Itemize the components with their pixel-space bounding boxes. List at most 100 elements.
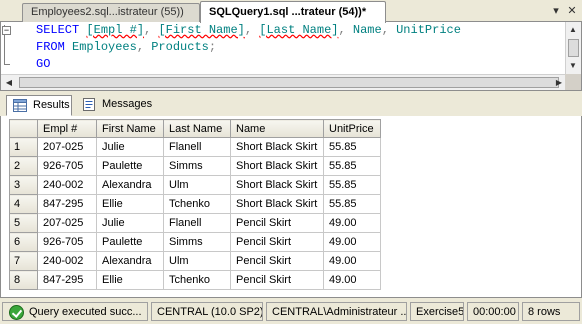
grid-cell[interactable]: Flanell (163, 213, 231, 233)
messages-icon (83, 98, 95, 111)
grid-cell[interactable]: Short Black Skirt (230, 175, 324, 195)
results-grid[interactable]: Empl # First Name Last Name Name UnitPri… (9, 119, 381, 290)
scroll-corner (565, 74, 581, 90)
grid-corner-cell[interactable] (9, 119, 38, 138)
grid-cell[interactable]: Tchenko (163, 270, 231, 290)
column-header[interactable]: Empl # (37, 119, 97, 138)
grid-cell[interactable]: 55.85 (323, 175, 381, 195)
table-row[interactable]: 6 926-705 Paulette Simms Pencil Skirt 49.00 (9, 232, 381, 252)
scroll-thumb[interactable] (19, 77, 559, 88)
grid-cell[interactable]: Short Black Skirt (230, 137, 324, 157)
grid-cell[interactable]: 55.85 (323, 194, 381, 214)
row-number-cell[interactable]: 7 (9, 251, 38, 271)
grid-cell[interactable]: 207-025 (37, 137, 97, 157)
grid-cell[interactable]: 847-295 (37, 194, 97, 214)
status-message-text: Query executed succ... (29, 306, 142, 318)
scroll-left-icon[interactable]: ◀ (1, 75, 17, 91)
grid-cell[interactable]: 926-705 (37, 232, 97, 252)
grid-cell[interactable]: Tchenko (163, 194, 231, 214)
grid-cell[interactable]: Simms (163, 156, 231, 176)
collapse-icon[interactable]: − (2, 26, 11, 35)
code-line-3: GO (36, 57, 51, 71)
grid-cell[interactable]: Paulette (96, 232, 164, 252)
column-header[interactable]: Last Name (163, 119, 231, 138)
row-number-cell[interactable]: 2 (9, 156, 38, 176)
grid-cell[interactable]: 49.00 (323, 270, 381, 290)
scroll-down-icon[interactable]: ▼ (565, 58, 581, 74)
grid-cell[interactable]: Short Black Skirt (230, 156, 324, 176)
scroll-up-icon[interactable]: ▲ (565, 22, 581, 38)
result-tabstrip: Results Messages (0, 90, 582, 116)
status-bar: Query executed succ... CENTRAL (10.0 SP2… (0, 297, 582, 324)
grid-cell[interactable]: 55.85 (323, 137, 381, 157)
scroll-thumb[interactable] (568, 39, 579, 57)
grid-cell[interactable]: Ellie (96, 270, 164, 290)
table-row[interactable]: 2 926-705 Paulette Simms Short Black Skirt 55… (9, 156, 381, 176)
grid-cell[interactable]: Pencil Skirt (230, 270, 324, 290)
table-row[interactable]: 8 847-295 Ellie Tchenko Pencil Skirt 49.00 (9, 270, 381, 290)
tab-messages[interactable]: Messages (76, 95, 156, 116)
table-row[interactable]: 3 240-002 Alexandra Ulm Short Black Skirt 55.… (9, 175, 381, 195)
grid-cell[interactable]: Simms (163, 232, 231, 252)
grid-cell[interactable]: Pencil Skirt (230, 251, 324, 271)
grid-cell[interactable]: Pencil Skirt (230, 232, 324, 252)
column-header[interactable]: Name (230, 119, 324, 138)
status-elapsed-time: 00:00:00 (467, 302, 519, 321)
status-server: CENTRAL (10.0 SP2) (151, 302, 263, 321)
grid-header-row: Empl # First Name Last Name Name UnitPri… (9, 119, 381, 138)
grid-cell[interactable]: 926-705 (37, 156, 97, 176)
editor-vertical-scrollbar[interactable]: ▲ ▼ (565, 22, 581, 74)
tab-employees2[interactable]: Employees2.sql...istrateur (55)) (22, 3, 200, 22)
status-row-count: 8 rows (522, 302, 580, 321)
tab-results-label: Results (33, 99, 70, 111)
code-lines: SELECT [Empl #], [First Name], [Last Nam… (36, 22, 461, 73)
table-row[interactable]: 5 207-025 Julie Flanell Pencil Skirt 49.00 (9, 213, 381, 233)
row-number-cell[interactable]: 3 (9, 175, 38, 195)
grid-cell[interactable]: Pencil Skirt (230, 213, 324, 233)
grid-cell[interactable]: Julie (96, 213, 164, 233)
dropdown-arrow-icon[interactable]: ▾ (548, 4, 564, 18)
close-icon[interactable]: ✕ (564, 4, 580, 18)
grid-cell[interactable]: Short Black Skirt (230, 194, 324, 214)
code-line-2: FROM Employees, Products; (36, 40, 217, 54)
tab-messages-label: Messages (102, 98, 153, 110)
status-message: Query executed succ... (2, 302, 148, 321)
document-tabstrip: Employees2.sql...istrateur (55)) SQLQuer… (0, 0, 582, 23)
tab-results[interactable]: Results (6, 95, 72, 116)
grid-cell[interactable]: Flanell (163, 137, 231, 157)
grid-cell[interactable]: Ulm (163, 251, 231, 271)
grid-cell[interactable]: 847-295 (37, 270, 97, 290)
row-number-cell[interactable]: 5 (9, 213, 38, 233)
row-number-cell[interactable]: 8 (9, 270, 38, 290)
editor-horizontal-scrollbar[interactable]: ◀ ▶ (1, 74, 567, 90)
grid-cell[interactable]: 240-002 (37, 175, 97, 195)
row-number-cell[interactable]: 6 (9, 232, 38, 252)
status-database: Exercise5 (410, 302, 464, 321)
code-line-1: SELECT [Empl #], [First Name], [Last Nam… (36, 23, 461, 37)
table-row[interactable]: 1 207-025 Julie Flanell Short Black Skirt 55.… (9, 137, 381, 157)
grid-cell[interactable]: 49.00 (323, 213, 381, 233)
grid-cell[interactable]: 240-002 (37, 251, 97, 271)
table-row[interactable]: 4 847-295 Ellie Tchenko Short Black Skirt 55.… (9, 194, 381, 214)
table-row[interactable]: 7 240-002 Alexandra Ulm Pencil Skirt 49.00 (9, 251, 381, 271)
grid-cell[interactable]: Alexandra (96, 175, 164, 195)
row-number-cell[interactable]: 4 (9, 194, 38, 214)
grid-cell[interactable]: 49.00 (323, 251, 381, 271)
status-user: CENTRAL\Administrateur ... (266, 302, 407, 321)
grid-cell[interactable]: Ulm (163, 175, 231, 195)
query-editor[interactable]: − SELECT [Empl #], [First Name], [Last N… (0, 22, 582, 90)
grid-cell[interactable]: Julie (96, 137, 164, 157)
column-header[interactable]: UnitPrice (323, 119, 381, 138)
success-check-icon (9, 305, 24, 320)
grid-cell[interactable]: 55.85 (323, 156, 381, 176)
row-number-cell[interactable]: 1 (9, 137, 38, 157)
column-header[interactable]: First Name (96, 119, 164, 138)
grid-cell[interactable]: 49.00 (323, 232, 381, 252)
results-grid-area: Empl # First Name Last Name Name UnitPri… (0, 116, 582, 297)
grid-cell[interactable]: 207-025 (37, 213, 97, 233)
tab-sqlquery1[interactable]: SQLQuery1.sql ...trateur (54))* (200, 1, 386, 23)
grid-cell[interactable]: Paulette (96, 156, 164, 176)
grid-icon (13, 99, 27, 112)
grid-cell[interactable]: Alexandra (96, 251, 164, 271)
grid-cell[interactable]: Ellie (96, 194, 164, 214)
